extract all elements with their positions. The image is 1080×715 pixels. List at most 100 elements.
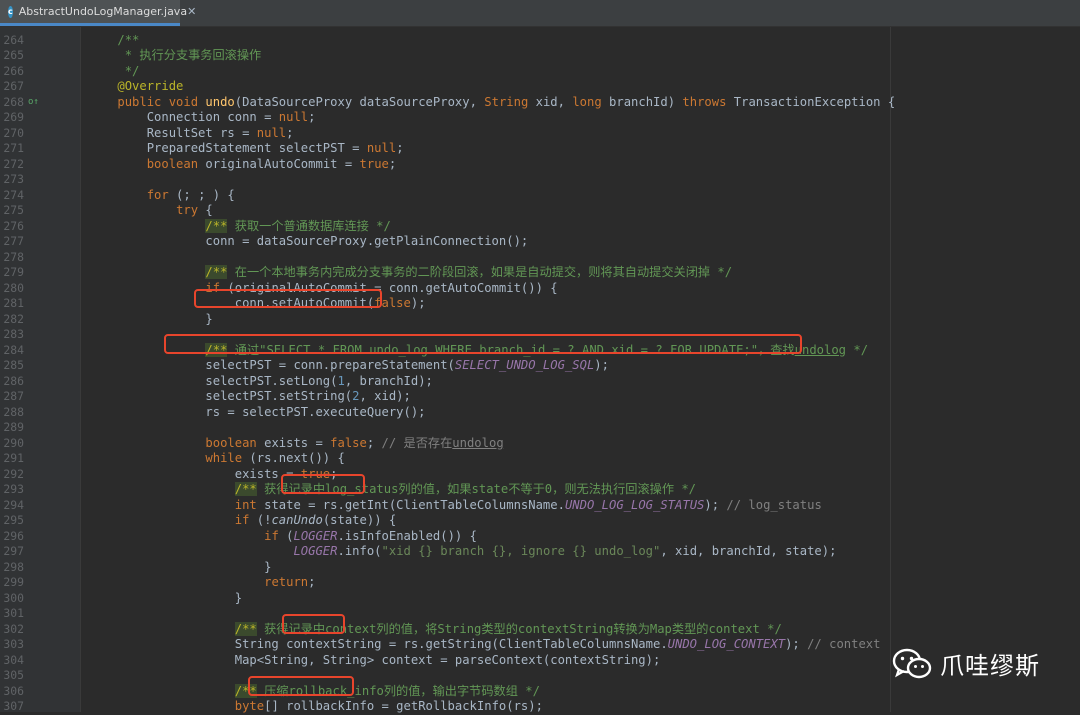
- code-text: boolean exists = false; // 是否存在undolog: [205, 435, 504, 450]
- code-text: try {: [176, 203, 213, 218]
- code-text: /** 获得记录中context列的值，将String类型的contextStr…: [234, 621, 782, 636]
- line-number: 272: [3, 156, 24, 171]
- code-line[interactable]: 287 selectPST.setString(2, xid);: [0, 389, 1080, 405]
- code-line[interactable]: 285 selectPST = conn.prepareStatement(SE…: [0, 358, 1080, 374]
- code-line[interactable]: 267 @Override: [0, 79, 1080, 95]
- code-line[interactable]: 307 byte[] rollbackInfo = getRollbackInf…: [0, 699, 1080, 715]
- line-number: 283: [3, 327, 24, 342]
- tab-abstract-undo-log-manager[interactable]: c AbstractUndoLogManager.java ✕: [0, 0, 196, 26]
- code-line[interactable]: 264 /**: [0, 33, 1080, 49]
- code-line[interactable]: 297 LOGGER.info("xid {} branch {}, ignor…: [0, 544, 1080, 560]
- line-number: 289: [3, 420, 24, 435]
- code-line[interactable]: 274 for (; ; ) {: [0, 188, 1080, 204]
- code-text: selectPST.setLong(1, branchId);: [88, 373, 433, 388]
- line-number: 266: [3, 63, 24, 78]
- code-line[interactable]: 300 }: [0, 591, 1080, 607]
- code-line[interactable]: 279 /** 在一个本地事务内完成分支事务的二阶段回滚，如果是自动提交，则将其…: [0, 265, 1080, 281]
- code-line[interactable]: 291 while (rs.next()) {: [0, 451, 1080, 467]
- code-text: if (LOGGER.isInfoEnabled()) {: [264, 528, 477, 543]
- code-line[interactable]: 266 */: [0, 64, 1080, 80]
- line-number: 306: [3, 683, 24, 698]
- line-number: 287: [3, 389, 24, 404]
- highlight-box-rollback-info: [248, 676, 354, 696]
- code-line[interactable]: 293 /** 获得记录中log_status列的值，如果state不等于0，则…: [0, 482, 1080, 498]
- code-text: /** 在一个本地事务内完成分支事务的二阶段回滚，如果是自动提交，则将其自动提交…: [205, 265, 733, 280]
- line-number: 307: [3, 699, 24, 714]
- code-line[interactable]: 265 * 执行分支事务回滚操作: [0, 48, 1080, 64]
- code-line[interactable]: 276 /** 获取一个普通数据库连接 */: [0, 218, 1080, 235]
- line-number: 281: [3, 296, 24, 311]
- line-number: 270: [3, 125, 24, 140]
- code-line[interactable]: 290 boolean exists = false; // 是否存在undol…: [0, 436, 1080, 452]
- code-line[interactable]: 281 conn.setAutoCommit(false);: [0, 296, 1080, 312]
- code-line[interactable]: 271 PreparedStatement selectPST = null;: [0, 141, 1080, 157]
- line-number: 288: [3, 404, 24, 419]
- code-text: String contextString = rs.getString(Clie…: [88, 637, 881, 652]
- code-text: byte[] rollbackInfo = getRollbackInfo(rs…: [234, 699, 543, 714]
- code-text: public void undo(DataSourceProxy dataSou…: [117, 94, 896, 109]
- code-line[interactable]: 292 exists = true;: [0, 467, 1080, 483]
- line-number: 285: [3, 358, 24, 373]
- tab-title: AbstractUndoLogManager.java: [18, 5, 188, 18]
- code-line[interactable]: 273: [0, 172, 1080, 188]
- code-line[interactable]: 275 try {: [0, 203, 1080, 219]
- line-number: 297: [3, 544, 24, 559]
- code-line[interactable]: 270 ResultSet rs = null;: [0, 126, 1080, 142]
- code-line[interactable]: 278: [0, 250, 1080, 266]
- code-text: }: [88, 311, 213, 326]
- line-number: 265: [3, 48, 24, 63]
- code-text: /** 获得记录中log_status列的值，如果state不等于0，则无法执行…: [234, 482, 697, 497]
- code-line[interactable]: 289: [0, 420, 1080, 436]
- code-line[interactable]: 268 o↑ public void undo(DataSourceProxy d…: [0, 95, 1080, 111]
- code-line[interactable]: 294 int state = rs.getInt(ClientTableCol…: [0, 498, 1080, 514]
- code-line[interactable]: 282 }: [0, 312, 1080, 328]
- highlight-box-select-undo-log-comment: [164, 334, 802, 354]
- highlight-box-context: [282, 614, 345, 634]
- line-number: 282: [3, 311, 24, 326]
- code-text: PreparedStatement selectPST = null;: [88, 141, 404, 156]
- code-text: /**: [117, 32, 140, 47]
- code-line[interactable]: 298 }: [0, 560, 1080, 576]
- code-text: @Override: [117, 79, 184, 94]
- code-line[interactable]: 296 if (LOGGER.isInfoEnabled()) {: [0, 529, 1080, 545]
- override-marker-icon[interactable]: o↑: [28, 95, 39, 111]
- code-text: selectPST = conn.prepareStatement(SELECT…: [88, 358, 609, 373]
- line-number: 286: [3, 373, 24, 388]
- code-line[interactable]: 280 if (originalAutoCommit = conn.getAut…: [0, 281, 1080, 297]
- line-number: 279: [3, 265, 24, 280]
- line-number: 273: [3, 172, 24, 187]
- code-line[interactable]: 272 boolean originalAutoCommit = true;: [0, 157, 1080, 173]
- editor-tab-bar: c AbstractUndoLogManager.java ✕: [0, 0, 1080, 27]
- line-number: 305: [3, 668, 24, 683]
- close-icon[interactable]: ✕: [187, 5, 196, 18]
- code-line[interactable]: 295 if (!canUndo(state)) {: [0, 513, 1080, 529]
- code-line[interactable]: 286 selectPST.setLong(1, branchId);: [0, 374, 1080, 390]
- line-number: 277: [3, 234, 24, 249]
- line-number: 267: [3, 79, 24, 94]
- line-number: 278: [3, 249, 24, 264]
- code-line[interactable]: 302 /** 获得记录中context列的值，将String类型的contex…: [0, 621, 1080, 638]
- code-editor[interactable]: 264 /** 265 * 执行分支事务回滚操作 266 */267 @Overri…: [0, 27, 1080, 715]
- code-line[interactable]: 269 Connection conn = null;: [0, 110, 1080, 126]
- line-number: 274: [3, 187, 24, 202]
- code-line[interactable]: 288 rs = selectPST.executeQuery();: [0, 405, 1080, 421]
- line-number: 295: [3, 513, 24, 528]
- java-class-icon: c: [8, 5, 13, 18]
- line-number: 264: [3, 32, 24, 47]
- watermark: 爪哇缪斯: [892, 646, 1040, 681]
- code-text: }: [88, 590, 243, 605]
- code-line[interactable]: 277 conn = dataSourceProxy.getPlainConne…: [0, 234, 1080, 250]
- code-text: ResultSet rs = null;: [88, 125, 294, 140]
- code-text: selectPST.setString(2, xid);: [88, 389, 411, 404]
- code-text: Map<String, String> context = parseConte…: [88, 652, 661, 667]
- code-line[interactable]: 306 /** 压缩rollback_info列的值，输出字节码数组 */: [0, 683, 1080, 700]
- code-line[interactable]: 301: [0, 606, 1080, 622]
- code-text: LOGGER.info("xid {} branch {}, ignore {}…: [293, 544, 837, 559]
- line-number: 276: [3, 218, 24, 233]
- line-number: 291: [3, 451, 24, 466]
- code-text: int state = rs.getInt(ClientTableColumns…: [234, 497, 822, 512]
- highlight-box-log-status: [281, 474, 365, 494]
- code-text: }: [88, 559, 272, 574]
- code-text: if (!canUndo(state)) {: [234, 513, 397, 528]
- code-line[interactable]: 299 return;: [0, 575, 1080, 591]
